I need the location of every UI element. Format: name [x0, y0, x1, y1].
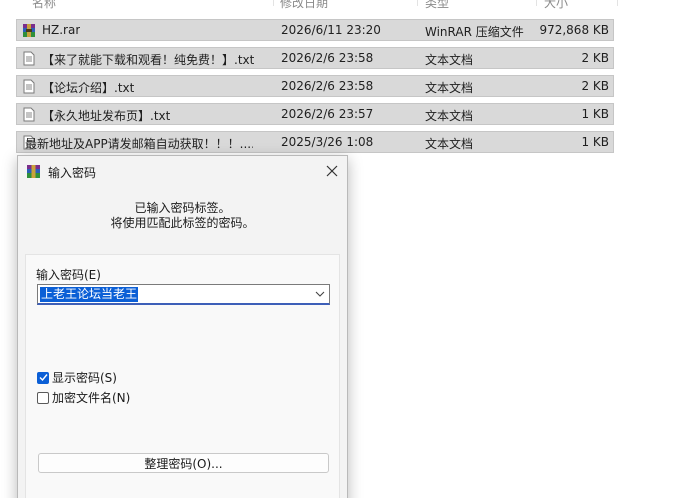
- winrar-archive-icon: [23, 24, 35, 37]
- checkmark-icon: [39, 374, 48, 382]
- column-divider[interactable]: [617, 0, 618, 6]
- file-row[interactable]: 【来了就能下载和观看！纯免费！】.txt 2026/2/6 23:58 文本文档…: [16, 47, 614, 69]
- encrypt-filenames-checkbox[interactable]: [37, 391, 49, 404]
- file-size: 2 KB: [581, 79, 609, 93]
- password-input[interactable]: 上老王论坛当老王: [40, 287, 139, 302]
- file-type: WinRAR 压缩文件: [425, 25, 524, 39]
- desktop-window: 名称 修改日期 类型 大小 HZ.rar 2026/6/11 23:20 Win…: [0, 0, 677, 498]
- file-date: 2026/2/6 23:57: [281, 107, 374, 121]
- show-password-label: 显示密码(S): [52, 371, 117, 385]
- column-header-name[interactable]: 名称: [32, 0, 56, 11]
- column-divider[interactable]: [536, 0, 537, 6]
- file-name: 【永久地址发布页】.txt: [42, 109, 171, 123]
- file-row[interactable]: 最新地址及APP请发邮箱自动获取！！！.... 2025/3/26 1:08 文…: [16, 131, 614, 153]
- text-file-icon: [23, 107, 35, 122]
- file-row[interactable]: HZ.rar 2026/6/11 23:20 WinRAR 压缩文件 972,8…: [16, 19, 614, 41]
- password-label: 输入密码(E): [36, 268, 101, 282]
- file-size: 1 KB: [581, 135, 609, 149]
- file-type: 文本文档: [425, 81, 474, 95]
- file-row[interactable]: 【论坛介绍】.txt 2026/2/6 23:58 文本文档 2 KB: [16, 75, 614, 97]
- file-name: 【来了就能下载和观看！纯免费！】.txt: [42, 53, 255, 67]
- column-header-type[interactable]: 类型: [425, 0, 449, 11]
- file-type: 文本文档: [425, 53, 474, 67]
- column-divider[interactable]: [273, 0, 274, 6]
- password-combobox[interactable]: 上老王论坛当老王: [37, 284, 330, 305]
- file-name: 【论坛介绍】.txt: [42, 81, 135, 95]
- file-row[interactable]: 【永久地址发布页】.txt 2026/2/6 23:57 文本文档 1 KB: [16, 103, 614, 125]
- file-date: 2026/2/6 23:58: [281, 79, 374, 93]
- close-button[interactable]: [317, 156, 347, 186]
- chevron-down-icon[interactable]: [315, 289, 325, 299]
- file-name: HZ.rar: [42, 23, 81, 37]
- organize-passwords-button[interactable]: 整理密码(O)...: [38, 453, 329, 473]
- file-size: 972,868 KB: [539, 23, 609, 37]
- column-header-row: 名称 修改日期 类型 大小: [0, 0, 677, 10]
- file-type: 文本文档: [425, 109, 474, 123]
- show-password-checkbox[interactable]: [37, 371, 49, 384]
- show-password-option[interactable]: 显示密码(S): [37, 369, 117, 386]
- column-header-date[interactable]: 修改日期: [280, 0, 328, 11]
- dialog-title: 输入密码: [48, 166, 97, 180]
- column-divider[interactable]: [417, 0, 418, 6]
- file-date: 2026/2/6 23:58: [281, 51, 374, 65]
- info-text-line2: 将使用匹配此标签的密码。: [110, 216, 255, 230]
- file-type: 文本文档: [425, 137, 474, 151]
- text-file-icon: [23, 79, 35, 94]
- file-date: 2026/6/11 23:20: [281, 23, 381, 37]
- close-icon: [326, 165, 338, 177]
- file-date: 2025/3/26 1:08: [281, 135, 374, 149]
- encrypt-filenames-option[interactable]: 加密文件名(N): [37, 389, 130, 406]
- file-name: 最新地址及APP请发邮箱自动获取！！！....: [25, 137, 253, 151]
- password-dialog: 输入密码 已输入密码标签。 将使用匹配此标签的密码。 输入密码(E) 上老王论坛…: [17, 155, 348, 498]
- file-size: 1 KB: [581, 107, 609, 121]
- text-file-icon: [23, 51, 35, 66]
- column-header-size[interactable]: 大小: [544, 0, 568, 11]
- encrypt-filenames-label: 加密文件名(N): [52, 391, 131, 405]
- file-size: 2 KB: [581, 51, 609, 65]
- dialog-titlebar[interactable]: 输入密码: [18, 156, 347, 186]
- winrar-app-icon: [27, 165, 40, 178]
